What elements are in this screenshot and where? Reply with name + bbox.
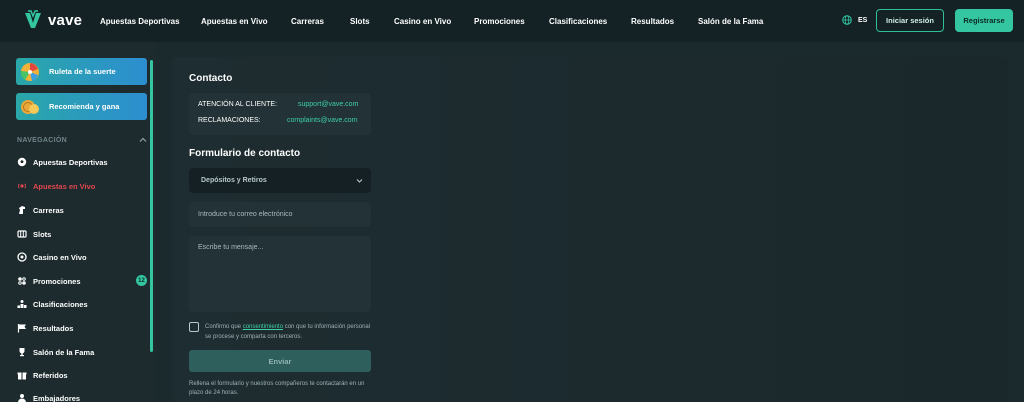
consent-text: Confirmo que consentimiento con que tu i… [205,322,375,342]
customer-service-label: ATENCIÓN AL CLIENTE: [198,101,277,108]
leaderboard-icon [17,299,27,309]
coins-icon [21,99,39,114]
chevron-down-icon [356,179,363,183]
logo[interactable]: vave [24,10,82,30]
top-navigation-bar: vave Apuestas Deportivas Apuestas en Viv… [0,0,1024,42]
chevron-up-icon[interactable] [139,136,147,144]
sidebar-item-label: Resultados [33,323,74,333]
nav-salon-de-la-fama[interactable]: Salón de la Fama [698,17,763,26]
sidebar-section-title: NAVEGACIÓN [17,137,67,144]
sidebar-item-embajadores[interactable]: Embajadores [17,391,80,402]
complaints-email-link[interactable]: complaints@vave.com [287,117,358,124]
trophy-icon [17,347,27,357]
language-selector[interactable]: ES [842,15,867,25]
sidebar-item-label: Apuestas Deportivas [33,157,108,167]
ambassador-icon [17,393,27,402]
sidebar-item-label: Carreras [33,205,64,215]
register-button[interactable]: Registrarse [955,9,1013,32]
promo-ruleta-de-la-suerte[interactable]: Ruleta de la suerte [16,58,147,85]
consent-text-prefix: Confirmo que [205,324,243,330]
nav-apuestas-deportivas[interactable]: Apuestas Deportivas [100,17,180,26]
nav-carreras[interactable]: Carreras [291,17,324,26]
promotions-count-badge: 12 [136,275,147,286]
message-textarea[interactable]: Escribe tu mensaje... [189,236,371,312]
topic-select[interactable]: Depósitos y Retiros [189,168,371,193]
soccer-ball-icon [17,157,27,167]
vave-logo-icon [25,10,41,28]
sidebar-item-label: Salón de la Fama [33,347,95,357]
sidebar-item-salon-de-la-fama[interactable]: Salón de la Fama [17,345,94,359]
slots-icon [17,229,27,239]
promo-recomienda-y-gana[interactable]: Recomienda y gana [16,93,147,120]
wheel-icon [20,62,39,81]
nav-promociones[interactable]: Promociones [474,17,525,26]
sidebar-item-label: Promociones [33,276,81,286]
contact-info-box [189,93,371,135]
chip-icon [17,252,27,262]
nav-resultados[interactable]: Resultados [631,17,674,26]
submit-button[interactable]: Enviar [189,350,371,372]
contact-form-heading: Formulario de contacto [189,148,301,159]
support-email-link[interactable]: support@vave.com [298,101,358,108]
nav-slots[interactable]: Slots [350,17,370,26]
sidebar-item-apuestas-deportivas[interactable]: Apuestas Deportivas [17,155,108,169]
promo-label: Recomienda y gana [49,102,120,111]
live-icon [17,181,27,191]
sidebar-scrollbar[interactable] [150,60,153,352]
topic-select-value: Depósitos y Retiros [201,177,267,184]
globe-icon [842,15,852,25]
login-button[interactable]: Iniciar sesión [876,9,944,32]
sidebar-item-casino-en-vivo[interactable]: Casino en Vivo [17,250,87,264]
sidebar-item-label: Slots [33,229,52,239]
sidebar-item-slots[interactable]: Slots [17,227,51,241]
horse-icon [17,205,27,215]
brand-name: vave [48,11,83,29]
email-field[interactable]: Introduce tu correo electrónico [189,202,371,227]
flag-icon [17,323,27,333]
nav-casino-en-vivo[interactable]: Casino en Vivo [394,17,451,26]
consent-link[interactable]: consentimiento [243,324,283,330]
consent-checkbox[interactable] [189,322,199,332]
gift-icon [17,276,27,286]
contact-heading: Contacto [189,73,233,84]
sidebar-item-label: Referidos [33,370,68,380]
email-field-placeholder: Introduce tu correo electrónico [198,211,293,218]
gift-box-icon [17,370,27,380]
sidebar-item-resultados[interactable]: Resultados [17,321,73,335]
sidebar-item-apuestas-en-vivo[interactable]: Apuestas en Vivo [17,179,95,193]
nav-apuestas-en-vivo[interactable]: Apuestas en Vivo [201,17,268,26]
message-textarea-placeholder: Escribe tu mensaje... [198,244,264,251]
promo-label: Ruleta de la suerte [49,67,116,76]
nav-clasificaciones[interactable]: Clasificaciones [549,17,607,26]
sidebar-item-label: Apuestas en Vivo [33,181,96,191]
language-code: ES [858,16,868,24]
sidebar-item-clasificaciones[interactable]: Clasificaciones [17,297,88,311]
sidebar-item-label: Clasificaciones [33,299,88,309]
sidebar-item-label: Casino en Vivo [33,252,87,262]
sidebar-item-carreras[interactable]: Carreras [17,203,64,217]
complaints-label: RECLAMACIONES: [198,117,261,124]
sidebar-item-promociones[interactable]: Promociones [17,274,81,288]
form-note: Rellena el formulario y nuestros compañe… [189,381,365,396]
sidebar-item-label: Embajadores [33,393,81,402]
sidebar-item-referidos[interactable]: Referidos [17,368,68,382]
